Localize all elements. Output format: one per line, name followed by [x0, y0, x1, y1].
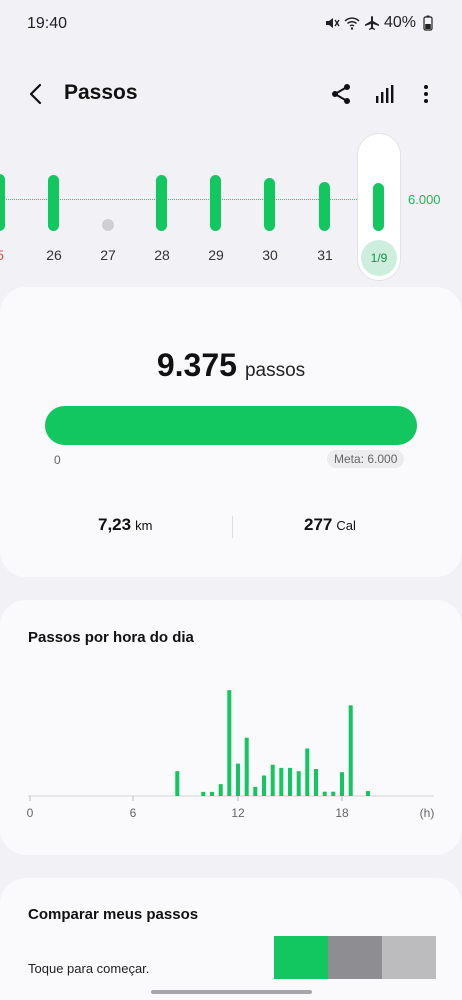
- hour-bar: [366, 791, 370, 796]
- compare-swatch-lightgray: [382, 936, 436, 979]
- day-column-31[interactable]: 31: [305, 130, 345, 280]
- status-icons: 40%: [324, 14, 436, 32]
- day-label: 29: [208, 247, 224, 263]
- app-bar: Passos: [0, 70, 462, 118]
- hour-bar: [201, 791, 206, 796]
- hourly-steps-card[interactable]: Passos por hora do dia 0 6 12 18 (h): [0, 600, 462, 855]
- calories-stat: 277 Cal: [304, 515, 356, 535]
- compare-swatch-gray: [328, 936, 382, 979]
- day-bar: [319, 182, 330, 231]
- share-button[interactable]: [327, 80, 355, 108]
- day-bar: [156, 174, 167, 231]
- day-bar: [0, 174, 5, 231]
- hour-bar: [314, 769, 318, 796]
- status-time: 19:40: [27, 15, 68, 32]
- hour-bar: [227, 690, 232, 796]
- home-indicator[interactable]: [151, 990, 312, 994]
- hour-bar: [253, 786, 258, 796]
- day-label: 30: [262, 247, 278, 263]
- day-column-28[interactable]: 28: [142, 130, 182, 280]
- compare-steps-card[interactable]: Comparar meus passos Toque para começar.: [0, 878, 462, 1000]
- steps-count: 9.375: [156, 347, 237, 383]
- day-label: 27: [100, 247, 116, 263]
- back-button[interactable]: [22, 80, 50, 108]
- hour-bar: [218, 784, 223, 796]
- hour-bar: [305, 748, 310, 796]
- day-bar: [264, 177, 275, 231]
- battery-percent: 40%: [383, 14, 416, 31]
- distance-stat: 7,23 km: [98, 515, 152, 535]
- stats-button[interactable]: [371, 80, 399, 108]
- x-tick-label: 18: [335, 806, 349, 820]
- hour-bar: [322, 791, 327, 796]
- steps-progress-bar: [45, 406, 417, 445]
- hour-bar: [348, 705, 353, 796]
- stats-icon: [376, 85, 394, 103]
- day-bar: [373, 183, 384, 231]
- day-bar: [48, 175, 59, 231]
- hour-bar: [210, 791, 214, 796]
- hour-bar: [288, 767, 292, 796]
- distance-unit: km: [135, 518, 153, 533]
- daily-steps-strip: 6.000 5 26 27 28 29 30 31 1/9: [0, 130, 462, 281]
- page-title: Passos: [64, 81, 138, 104]
- goal-line-label: 6.000: [408, 192, 441, 207]
- hour-bar: [296, 771, 301, 796]
- airplane-icon: [364, 15, 380, 31]
- hourly-steps-chart: 0 6 12 18 (h): [27, 690, 435, 820]
- x-tick-label: 12: [231, 806, 245, 820]
- chevron-left-icon: [29, 83, 42, 105]
- hour-bar: [236, 763, 240, 796]
- x-tick-label: 6: [130, 806, 137, 820]
- stat-divider: [232, 516, 233, 538]
- day-label: 1/9: [361, 240, 397, 276]
- day-empty-dot: [102, 219, 114, 231]
- hour-bar: [262, 775, 266, 796]
- battery-icon: [420, 15, 436, 31]
- more-vert-icon: [424, 85, 428, 103]
- day-label: 26: [46, 247, 62, 263]
- day-label: 5: [0, 247, 20, 263]
- distance-value: 7,23: [98, 515, 132, 534]
- hour-bar: [244, 737, 249, 796]
- mute-icon: [324, 15, 340, 31]
- day-column-26[interactable]: 26: [34, 130, 74, 280]
- day-label: 28: [154, 247, 170, 263]
- hour-bar: [331, 791, 336, 796]
- share-icon: [332, 84, 350, 104]
- calories-unit: Cal: [336, 518, 356, 533]
- day-bar: [210, 175, 221, 231]
- steps-total: 9.375 passos: [0, 347, 462, 384]
- hour-bar: [279, 767, 284, 796]
- steps-unit: passos: [244, 360, 306, 381]
- day-column-30[interactable]: 30: [250, 130, 290, 280]
- compare-card-subtitle: Toque para começar.: [28, 961, 150, 976]
- progress-min-label: 0: [54, 453, 61, 467]
- hour-bar: [270, 764, 275, 796]
- day-column-1-9[interactable]: 1/9: [357, 130, 401, 281]
- day-column-29[interactable]: 29: [196, 130, 236, 280]
- calories-value: 277: [304, 515, 333, 534]
- day-column-27[interactable]: 27: [88, 130, 128, 280]
- day-column-5[interactable]: 5: [0, 130, 20, 280]
- wifi-icon: [344, 15, 360, 31]
- x-tick-label: 0: [27, 806, 34, 820]
- status-bar: 19:40 40%: [0, 0, 462, 50]
- x-unit-label: (h): [420, 806, 435, 820]
- more-button[interactable]: [412, 80, 440, 108]
- compare-swatch-green: [274, 936, 328, 979]
- compare-card-title: Comparar meus passos: [28, 906, 199, 923]
- day-label: 31: [317, 247, 333, 263]
- hour-bar: [175, 771, 180, 796]
- hour-bar: [340, 772, 344, 796]
- steps-summary-card: 9.375 passos 0 Meta: 6.000 7,23 km 277 Cal: [0, 287, 462, 577]
- goal-badge: Meta: 6.000: [327, 450, 405, 468]
